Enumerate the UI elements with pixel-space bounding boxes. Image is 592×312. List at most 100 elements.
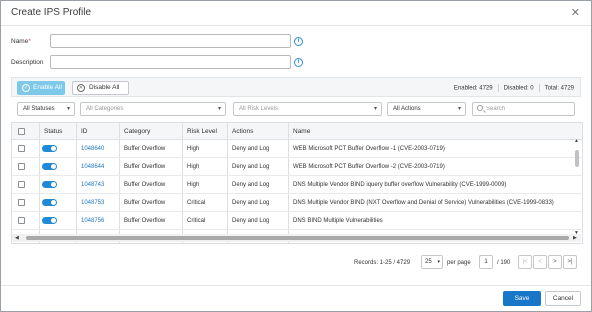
table-row[interactable]: 1048644 Buffer Overflow High Deny and Lo… — [12, 158, 582, 176]
signature-counts: Enabled: 4729 Disabled: 0 Total: 4729 — [454, 84, 574, 92]
table-row[interactable]: 1048756 Buffer Overflow Critical Deny an… — [12, 212, 582, 230]
row-action: Deny and Log — [227, 176, 288, 193]
row-category: Buffer Overflow — [119, 176, 182, 193]
name-info-icon[interactable]: i — [294, 37, 303, 46]
status-toggle[interactable] — [42, 181, 57, 188]
row-name: WEB Microsoft PCT Buffer Overflow -2 (CV… — [288, 158, 574, 175]
chevron-down-icon: ▾ — [66, 106, 70, 112]
scroll-left-arrow-icon[interactable]: ◀ — [15, 234, 19, 242]
row-id-link[interactable]: 1048756 — [76, 212, 119, 229]
row-checkbox[interactable] — [18, 217, 25, 224]
bulk-action-toolbar: ✓ Enable All ✕ Disable All Enabled: 4729… — [11, 77, 581, 97]
chevron-down-icon: ▾ — [457, 106, 461, 112]
category-filter-select[interactable]: All Categories ▾ — [80, 102, 226, 116]
chevron-down-icon: ▾ — [217, 106, 221, 112]
column-header-risk-level[interactable]: Risk Level — [182, 123, 227, 139]
per-page-value: 25 — [425, 259, 432, 265]
page-number-input[interactable]: 1 — [479, 255, 493, 269]
row-status-cell — [39, 176, 76, 193]
required-mark: * — [28, 38, 31, 45]
row-risk-level: High — [182, 176, 227, 193]
horizontal-scroll-thumb[interactable] — [26, 236, 569, 240]
status-toggle[interactable] — [42, 199, 57, 206]
per-page-select[interactable]: 25 ▾ — [421, 255, 443, 269]
row-select-cell — [12, 158, 39, 175]
actions-filter-select[interactable]: All Actions ▾ — [387, 102, 466, 116]
close-icon[interactable]: ✕ — [571, 6, 580, 19]
next-page-button[interactable]: > — [548, 255, 562, 269]
row-category: Buffer Overflow — [119, 212, 182, 229]
row-select-cell — [12, 194, 39, 211]
column-header-category[interactable]: Category — [119, 123, 182, 139]
save-button[interactable]: Save — [503, 291, 541, 306]
cancel-button[interactable]: Cancel — [545, 291, 581, 306]
row-status-cell — [39, 140, 76, 157]
last-page-button[interactable]: >| — [563, 255, 577, 269]
create-ips-profile-dialog: Create IPS Profile ✕ Name* i Description… — [0, 0, 592, 312]
column-header-actions[interactable]: Actions — [227, 123, 288, 139]
row-checkbox[interactable] — [18, 199, 25, 206]
disable-all-button[interactable]: ✕ Disable All — [72, 81, 129, 95]
search-input[interactable] — [486, 104, 572, 114]
name-input[interactable] — [50, 34, 291, 48]
row-checkbox[interactable] — [18, 181, 25, 188]
column-header-id[interactable]: ID — [76, 123, 119, 139]
first-page-button[interactable]: |< — [518, 255, 532, 269]
vertical-scrollbar[interactable]: ▲ ▼ — [573, 138, 581, 236]
row-id-link[interactable]: 1048640 — [76, 140, 119, 157]
table-row[interactable]: 1048753 Buffer Overflow Critical Deny an… — [12, 194, 582, 212]
dialog-footer: Save Cancel — [1, 285, 591, 311]
scroll-up-arrow-icon[interactable]: ▲ — [574, 138, 579, 144]
row-risk-level: High — [182, 158, 227, 175]
status-filter-select[interactable]: All Statuses ▾ — [17, 102, 75, 116]
enable-all-label: Enable All — [33, 84, 62, 91]
risk-level-filter-select[interactable]: All Risk Levels ▾ — [233, 102, 382, 116]
divider — [538, 84, 540, 92]
total-pages: / 190 — [497, 260, 511, 266]
scroll-right-arrow-icon[interactable]: ▶ — [573, 234, 577, 242]
row-status-cell — [39, 212, 76, 229]
row-risk-level: High — [182, 140, 227, 157]
description-info-icon[interactable]: i — [294, 58, 303, 67]
description-input[interactable] — [50, 55, 291, 69]
check-circle-icon: ✓ — [22, 84, 30, 92]
enable-all-button[interactable]: ✓ Enable All — [17, 81, 65, 95]
prev-page-button[interactable]: < — [533, 255, 547, 269]
row-status-cell — [39, 194, 76, 211]
row-id-link[interactable]: 1048743 — [76, 176, 119, 193]
column-header-name[interactable]: Name — [288, 123, 582, 139]
vertical-scroll-thumb[interactable] — [575, 150, 579, 167]
row-action: Deny and Log — [227, 212, 288, 229]
chevron-down-icon: ▾ — [437, 259, 440, 265]
status-toggle[interactable] — [42, 163, 57, 170]
row-id-link[interactable]: 1048753 — [76, 194, 119, 211]
table-row[interactable]: 1048640 Buffer Overflow High Deny and Lo… — [12, 140, 582, 158]
row-select-cell — [12, 140, 39, 157]
table-row[interactable]: 1048743 Buffer Overflow High Deny and Lo… — [12, 176, 582, 194]
select-all-checkbox[interactable] — [18, 128, 25, 135]
risk-level-filter-value: All Risk Levels — [239, 106, 279, 112]
row-name: DNS BIND Multiple Vulnerabilities — [288, 212, 574, 229]
row-id-link[interactable]: 1048644 — [76, 158, 119, 175]
row-checkbox[interactable] — [18, 145, 25, 152]
row-select-cell — [12, 176, 39, 193]
name-label: Name* — [11, 38, 31, 45]
row-select-cell — [12, 212, 39, 229]
horizontal-scrollbar[interactable]: ◀ ▶ — [12, 234, 581, 242]
status-toggle[interactable] — [42, 145, 57, 152]
disable-all-label: Disable All — [89, 84, 120, 91]
status-filter-value: All Statuses — [23, 106, 55, 112]
table-header: Status ID Category Risk Level Actions Na… — [12, 123, 582, 140]
row-category: Buffer Overflow — [119, 158, 182, 175]
status-toggle[interactable] — [42, 217, 57, 224]
row-checkbox[interactable] — [18, 163, 25, 170]
total-count: Total: 4729 — [544, 85, 574, 92]
per-page-label: per page — [447, 260, 471, 266]
category-filter-value: All Categories — [86, 106, 124, 112]
records-summary: Records: 1-25 / 4729 — [354, 260, 411, 266]
signatures-table: Status ID Category Risk Level Actions Na… — [11, 122, 583, 244]
column-header-status[interactable]: Status — [39, 123, 76, 139]
disabled-count: Disabled: 0 — [503, 85, 534, 92]
row-risk-level: Critical — [182, 212, 227, 229]
row-name: DNS Multiple Vendor BIND (NXT Overflow a… — [288, 194, 574, 211]
